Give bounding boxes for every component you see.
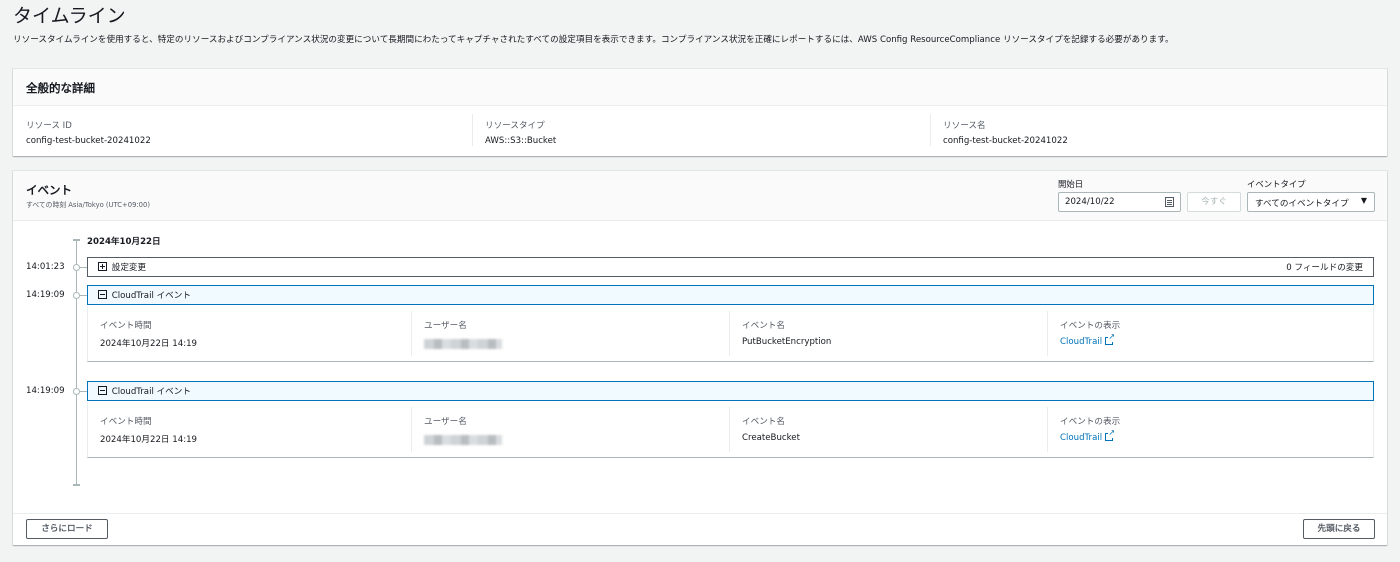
- events-card: イベント すべての時刻 Asia/Tokyo (UTC+09:00) 開始日 2…: [13, 171, 1387, 545]
- event-title: 設定変更: [111, 263, 147, 273]
- start-date-input[interactable]: 2024/10/22: [1058, 192, 1181, 212]
- event-title: CloudTrail イベント: [111, 387, 191, 397]
- resource-name-label: リソース名: [943, 121, 986, 131]
- timeline-date-heading: 2024年10月22日: [87, 237, 161, 247]
- cloudtrail-link[interactable]: CloudTrail: [1060, 428, 1116, 443]
- timeline-end-cap: [73, 484, 80, 486]
- resource-name-field: リソース名 config-test-bucket-20241022: [930, 114, 1370, 146]
- event-type-value: すべてのイベントタイプ: [1255, 199, 1349, 209]
- username-redacted: [424, 435, 502, 445]
- timeline-dot: [73, 264, 80, 271]
- collapse-icon[interactable]: [98, 386, 107, 395]
- events-title: イベント: [26, 183, 72, 197]
- event-name-header: イベント名: [742, 321, 785, 331]
- event-time-value: 2024年10月22日 14:19: [100, 339, 198, 349]
- username-header: ユーザー名: [424, 321, 467, 331]
- external-link-icon: [1105, 332, 1116, 345]
- event-view-header: イベントの表示: [1060, 321, 1121, 331]
- timeline-start-cap: [73, 239, 80, 241]
- event-type-label: イベントタイプ: [1247, 179, 1306, 189]
- events-header: イベント すべての時刻 Asia/Tokyo (UTC+09:00) 開始日 2…: [13, 171, 1387, 221]
- resource-id-label: リソース ID: [26, 121, 72, 131]
- username-header: ユーザー名: [424, 417, 467, 427]
- event-name-value: CreateBucket: [742, 433, 800, 443]
- cloudtrail-link[interactable]: CloudTrail: [1060, 332, 1116, 347]
- general-details-card: 全般的な詳細 リソース ID config-test-bucket-202410…: [13, 69, 1387, 156]
- external-link-icon: [1105, 428, 1116, 441]
- back-to-top-button[interactable]: 先頭に戻る: [1303, 519, 1375, 539]
- timeline-connector: [80, 391, 87, 392]
- calendar-icon[interactable]: [1165, 197, 1174, 207]
- event-view-header: イベントの表示: [1060, 417, 1121, 427]
- start-date-value: 2024/10/22: [1065, 197, 1115, 207]
- event-title: CloudTrail イベント: [111, 291, 191, 301]
- cloudtrail-event-details: イベント時間 2024年10月22日 14:19 ユーザー名 イベント名 Cre…: [87, 402, 1374, 458]
- resource-type-value: AWS::S3::Bucket: [485, 136, 557, 146]
- timeline-dot: [73, 292, 80, 299]
- timeline-connector: [80, 295, 87, 296]
- timezone-note: すべての時刻 Asia/Tokyo (UTC+09:00): [26, 201, 150, 209]
- footer-divider: [13, 513, 1387, 514]
- general-details-title: 全般的な詳細: [26, 81, 95, 95]
- collapse-icon[interactable]: [98, 290, 107, 299]
- username-redacted: [424, 339, 502, 349]
- resource-id-value: config-test-bucket-20241022: [26, 136, 151, 146]
- cloudtrail-link-label: CloudTrail: [1060, 433, 1103, 443]
- event-name-value: PutBucketEncryption: [742, 337, 832, 347]
- cloudtrail-link-label: CloudTrail: [1060, 337, 1103, 347]
- load-more-button[interactable]: さらにロード: [26, 519, 108, 539]
- resource-type-label: リソースタイプ: [485, 121, 545, 131]
- general-details-header: 全般的な詳細: [13, 69, 1387, 106]
- resource-type-field: リソースタイプ AWS::S3::Bucket: [472, 114, 922, 146]
- timeline-connector: [80, 267, 87, 268]
- resource-name-value: config-test-bucket-20241022: [943, 136, 1068, 146]
- expand-icon[interactable]: [98, 262, 107, 271]
- now-button[interactable]: 今すぐ: [1187, 192, 1241, 212]
- event-time-label: 14:01:23: [26, 262, 65, 272]
- config-change-event[interactable]: 設定変更 0 フィールドの変更: [87, 257, 1374, 277]
- page-title: タイムライン: [13, 5, 126, 27]
- field-change-count: 0 フィールドの変更: [1286, 263, 1363, 273]
- event-time-header: イベント時間: [100, 321, 152, 331]
- event-time-value: 2024年10月22日 14:19: [100, 435, 198, 445]
- timeline-dot: [73, 388, 80, 395]
- resource-id-field: リソース ID config-test-bucket-20241022: [26, 114, 466, 146]
- caret-down-icon: ▼: [1360, 196, 1367, 205]
- cloudtrail-event[interactable]: CloudTrail イベント: [87, 381, 1374, 401]
- event-type-select[interactable]: すべてのイベントタイプ ▼: [1247, 192, 1375, 212]
- cloudtrail-event[interactable]: CloudTrail イベント: [87, 285, 1374, 305]
- event-time-label: 14:19:09: [26, 386, 65, 396]
- event-name-header: イベント名: [742, 417, 785, 427]
- page-description: リソースタイムラインを使用すると、特定のリソースおよびコンプライアンス状況の変更…: [13, 35, 1174, 45]
- event-time-label: 14:19:09: [26, 290, 65, 300]
- timeline-line: [76, 240, 77, 486]
- start-date-label: 開始日: [1058, 179, 1084, 189]
- cloudtrail-event-details: イベント時間 2024年10月22日 14:19 ユーザー名 イベント名 Put…: [87, 306, 1374, 362]
- event-time-header: イベント時間: [100, 417, 152, 427]
